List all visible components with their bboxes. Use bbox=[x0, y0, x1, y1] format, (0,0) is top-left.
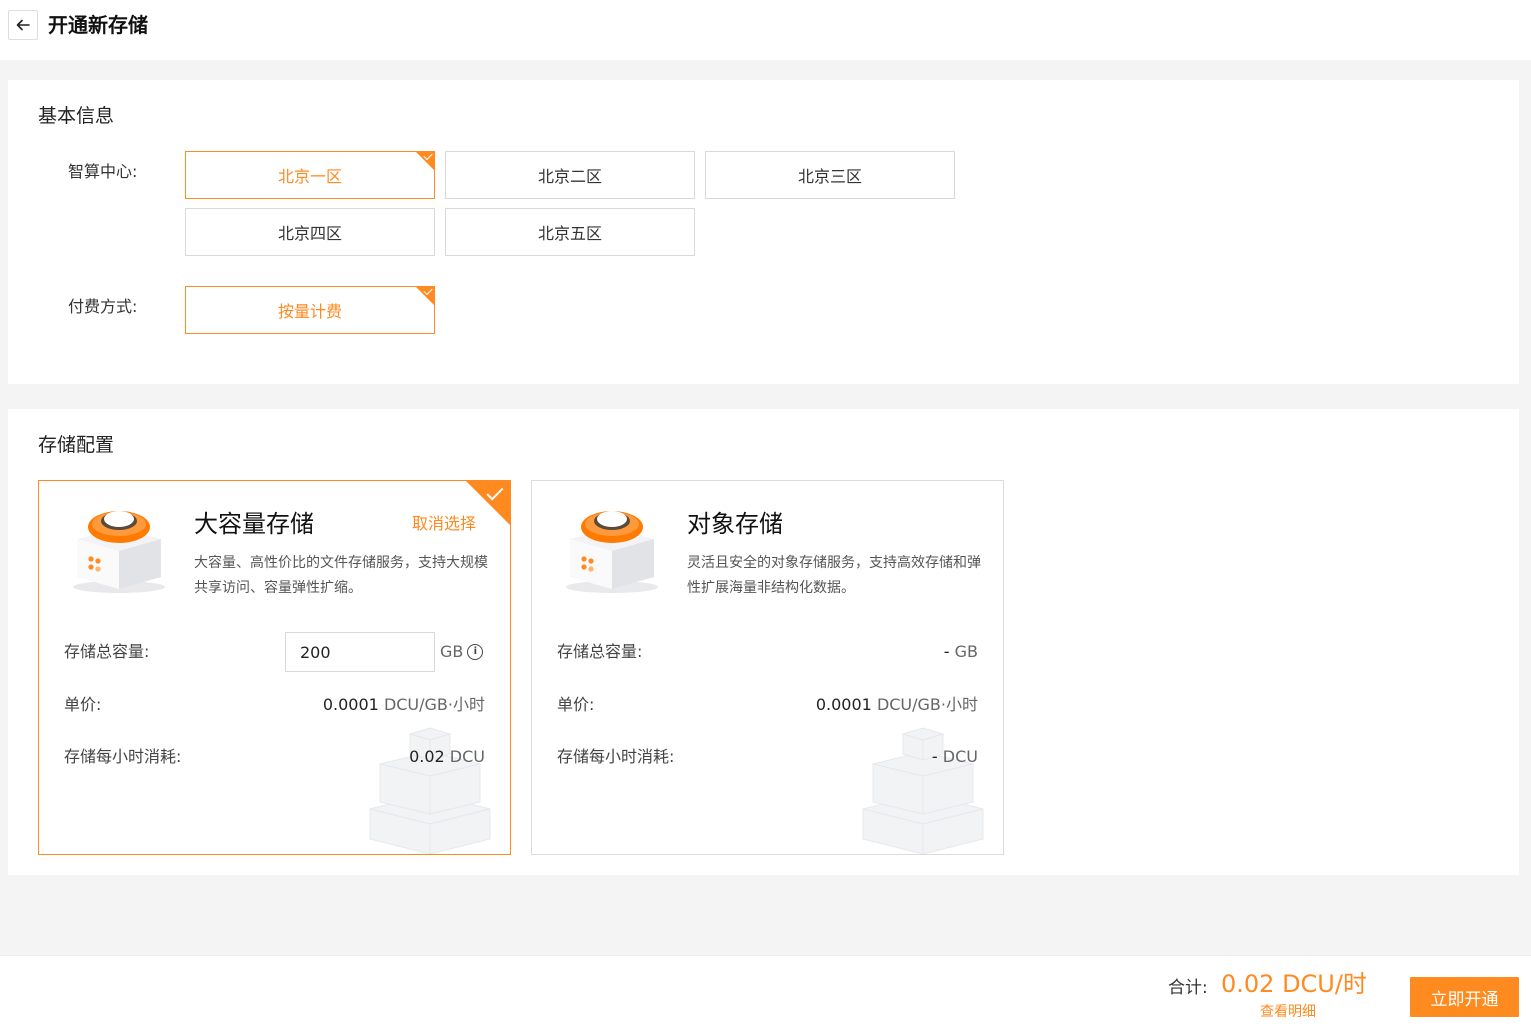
total-label: 合计: bbox=[1168, 978, 1208, 998]
basic-info-card: 基本信息 智算中心: 北京一区 北京二区 北京三区 北京四区 北京五区 付费方式… bbox=[8, 80, 1519, 384]
region-option-label: 北京三区 bbox=[797, 167, 862, 186]
billing-option-pay-as-you-go[interactable]: 按量计费 bbox=[185, 286, 435, 334]
region-option-beijing-4[interactable]: 北京四区 bbox=[185, 208, 435, 256]
region-option-beijing-1[interactable]: 北京一区 bbox=[185, 151, 435, 199]
price-value: 0.0001 DCU/GB·小时 bbox=[816, 694, 978, 716]
billing-option-label: 按量计费 bbox=[277, 302, 342, 321]
hourly-cost-number: - bbox=[931, 747, 938, 766]
hourly-cost-value: - DCU bbox=[932, 746, 978, 768]
capacity-label: 存储总容量: bbox=[557, 642, 643, 661]
section-title-storage: 存储配置 bbox=[38, 434, 115, 456]
info-icon[interactable]: i bbox=[467, 644, 484, 660]
footer-bar: 合计: 0.02 DCU/时 查看明细 立即开通 bbox=[0, 955, 1531, 1032]
capacity-unit: GB i bbox=[440, 641, 484, 663]
price-unit: DCU/GB·小时 bbox=[876, 695, 978, 714]
hourly-cost-number: 0.02 bbox=[409, 747, 445, 766]
region-option-beijing-3[interactable]: 北京三区 bbox=[705, 151, 955, 199]
page-title: 开通新存储 bbox=[48, 13, 148, 37]
hourly-cost-unit: DCU bbox=[942, 747, 978, 766]
hourly-cost-unit: DCU bbox=[449, 747, 485, 766]
arrow-left-icon bbox=[16, 19, 30, 31]
price-label: 单价: bbox=[64, 695, 102, 714]
capacity-value: - GB bbox=[944, 641, 978, 663]
view-details-link[interactable]: 查看明细 bbox=[1260, 1003, 1316, 1021]
region-option-beijing-2[interactable]: 北京二区 bbox=[445, 151, 695, 199]
hourly-cost-label: 存储每小时消耗: bbox=[64, 747, 182, 766]
price-value: 0.0001 DCU/GB·小时 bbox=[323, 694, 485, 716]
section-title-basic: 基本信息 bbox=[38, 105, 115, 127]
region-option-beijing-5[interactable]: 北京五区 bbox=[445, 208, 695, 256]
storage-card-title: 大容量存储 bbox=[194, 510, 314, 538]
hourly-cost-value: 0.02 DCU bbox=[409, 746, 485, 768]
submit-button[interactable]: 立即开通 bbox=[1410, 977, 1519, 1017]
background-server-illustration bbox=[369, 727, 491, 854]
selected-corner-badge bbox=[466, 481, 510, 525]
storage-card-object[interactable]: 对象存储 灵活且安全的对象存储服务，支持高效存储和弹性扩展海量非结构化数据。 存… bbox=[531, 480, 1004, 855]
back-button[interactable] bbox=[8, 10, 38, 40]
price-number: 0.0001 bbox=[322, 695, 379, 714]
price-number: 0.0001 bbox=[815, 695, 872, 714]
capacity-number: - bbox=[943, 642, 950, 661]
region-label: 智算中心: bbox=[68, 162, 138, 181]
capacity-label: 存储总容量: bbox=[64, 642, 150, 661]
object-storage-icon bbox=[566, 511, 658, 593]
region-option-label: 北京二区 bbox=[537, 167, 602, 186]
background-server-illustration bbox=[862, 727, 984, 854]
price-unit: DCU/GB·小时 bbox=[383, 695, 485, 714]
storage-card-large-capacity[interactable]: 大容量存储 取消选择 大容量、高性价比的文件存储服务，支持大规模共享访问、容量弹… bbox=[38, 480, 511, 855]
storage-card-title: 对象存储 bbox=[687, 510, 783, 538]
region-option-label: 北京五区 bbox=[537, 224, 602, 243]
total-value: 0.02 DCU/时 bbox=[1221, 970, 1367, 998]
storage-card-description: 大容量、高性价比的文件存储服务，支持大规模共享访问、容量弹性扩缩。 bbox=[194, 555, 488, 596]
large-capacity-storage-icon bbox=[73, 511, 165, 593]
region-option-label: 北京一区 bbox=[277, 167, 342, 186]
capacity-input[interactable] bbox=[285, 632, 435, 672]
top-bar: 开通新存储 bbox=[0, 0, 1531, 60]
capacity-unit: GB bbox=[954, 642, 978, 661]
region-option-label: 北京四区 bbox=[277, 224, 342, 243]
storage-config-card: 存储配置 大容量存储 取消选择 大容量、高性价比的文件存储服务，支持大规模共享访… bbox=[8, 409, 1519, 875]
storage-card-description: 灵活且安全的对象存储服务，支持高效存储和弹性扩展海量非结构化数据。 bbox=[687, 555, 981, 596]
billing-label: 付费方式: bbox=[68, 297, 138, 316]
price-label: 单价: bbox=[557, 695, 595, 714]
capacity-unit-label: GB bbox=[440, 642, 464, 661]
hourly-cost-label: 存储每小时消耗: bbox=[557, 747, 675, 766]
